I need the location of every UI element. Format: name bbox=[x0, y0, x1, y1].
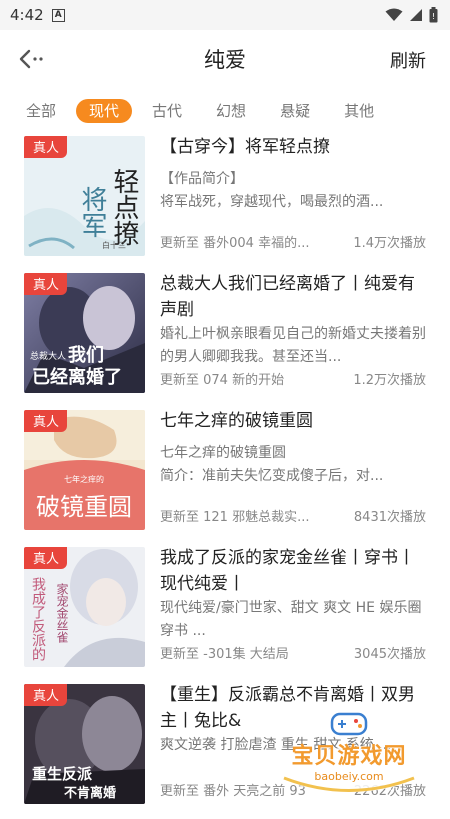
cover-image[interactable]: 真人 重生反派 不肯离婚 bbox=[24, 684, 145, 804]
svg-text:!: ! bbox=[432, 12, 435, 21]
item-desc: 婚礼上叶枫亲眼看见自己的新婚丈夫搂着别的男人卿卿我我。甚至还当... bbox=[160, 323, 426, 369]
play-count: 8431次播放 bbox=[354, 506, 426, 525]
refresh-button[interactable]: 刷新 bbox=[390, 47, 426, 73]
cover-subtitle: 总裁大人 bbox=[30, 350, 66, 362]
item-title: 我成了反派的家宠金丝雀丨穿书丨现代纯爱丨 bbox=[160, 545, 426, 597]
back-arrow-icon bbox=[18, 49, 48, 69]
battery-icon: ! bbox=[429, 7, 438, 23]
watermark-url: baobeiy.com bbox=[274, 770, 424, 783]
item-desc: 将军战死，穿越现代，喝最烈的酒... bbox=[160, 191, 426, 214]
svg-text:我成了反派的: 我成了反派的 bbox=[30, 577, 46, 661]
tab-mystery[interactable]: 悬疑 bbox=[280, 99, 310, 123]
badge-real: 真人 bbox=[24, 684, 67, 706]
page-title: 纯爱 bbox=[0, 44, 450, 74]
tab-fantasy[interactable]: 幻想 bbox=[216, 99, 246, 123]
play-count: 1.4万次播放 bbox=[353, 232, 426, 251]
cover-image[interactable]: 真人 将军 轻点撩 白十三 bbox=[24, 136, 145, 256]
play-count: 1.2万次播放 bbox=[353, 369, 426, 388]
svg-text:轻点撩: 轻点撩 bbox=[109, 168, 139, 246]
latest-episode: 更新至 121 邪魅总裁实... bbox=[160, 506, 350, 525]
badge-real: 真人 bbox=[24, 547, 67, 569]
svg-text:家宠金丝雀: 家宠金丝雀 bbox=[55, 582, 69, 644]
cover-author: 白十三 bbox=[102, 240, 126, 250]
item-desc: 现代纯爱/豪门世家、甜文 爽文 HE 娱乐圈 穿书 ... bbox=[160, 597, 426, 643]
signal-icon bbox=[409, 8, 423, 22]
badge-real: 真人 bbox=[24, 410, 67, 432]
notification-icon: A bbox=[52, 9, 65, 22]
item-desc: 七年之痒的破镜重圆 bbox=[160, 442, 426, 465]
site-watermark: 宝贝游戏网 baobeiy.com bbox=[274, 708, 424, 796]
svg-text:破镜重圆: 破镜重圆 bbox=[36, 493, 132, 521]
item-title: 七年之痒的破镜重圆 bbox=[160, 408, 426, 434]
list-item[interactable]: 真人 七年之痒的 破镜重圆 七年之痒的破镜重圆 七年之痒的破镜重圆 简介：准前夫… bbox=[0, 408, 450, 545]
svg-text:我们: 我们 bbox=[68, 344, 104, 366]
item-desc: 简介：准前夫失忆变成傻子后，对... bbox=[160, 465, 426, 488]
badge-real: 真人 bbox=[24, 136, 67, 158]
list-item[interactable]: 真人 总裁大人 我们 已经离婚了 总裁大人我们已经离婚了丨纯爱有声剧 婚礼上叶枫… bbox=[0, 271, 450, 408]
item-title: 【古穿今】将军轻点撩 bbox=[160, 134, 426, 160]
cover-image[interactable]: 真人 总裁大人 我们 已经离婚了 bbox=[24, 273, 145, 393]
latest-episode: 更新至 -301集 大结局 bbox=[160, 643, 350, 662]
badge-real: 真人 bbox=[24, 273, 67, 295]
latest-episode: 更新至 番外004 幸福的... bbox=[160, 232, 349, 251]
svg-text:不肯离婚: 不肯离婚 bbox=[64, 785, 116, 801]
list-item[interactable]: 真人 将军 轻点撩 白十三 【古穿今】将军轻点撩 【作品简介】 将军战死，穿越现… bbox=[0, 134, 450, 271]
item-title: 总裁大人我们已经离婚了丨纯爱有声剧 bbox=[160, 271, 426, 323]
latest-episode: 更新至 074 新的开始 bbox=[160, 369, 349, 388]
tab-other[interactable]: 其他 bbox=[344, 99, 374, 123]
watermark-text: 宝贝游戏网 bbox=[274, 738, 424, 770]
tab-modern[interactable]: 现代 bbox=[76, 99, 132, 123]
cover-image[interactable]: 真人 七年之痒的 破镜重圆 bbox=[24, 410, 145, 530]
svg-text:重生反派: 重生反派 bbox=[32, 765, 93, 783]
item-desc: 【作品简介】 bbox=[160, 168, 426, 191]
wifi-icon bbox=[385, 8, 403, 22]
svg-text:将军: 将军 bbox=[77, 186, 107, 238]
list-item[interactable]: 真人 我成了反派的 家宠金丝雀 我成了反派的家宠金丝雀丨穿书丨现代纯爱丨 现代纯… bbox=[0, 545, 450, 682]
svg-text:已经离婚了: 已经离婚了 bbox=[32, 366, 122, 388]
tab-all[interactable]: 全部 bbox=[26, 99, 56, 123]
cover-image[interactable]: 真人 我成了反派的 家宠金丝雀 bbox=[24, 547, 145, 667]
play-count: 3045次播放 bbox=[354, 643, 426, 662]
status-bar: 4:42 A ! bbox=[0, 0, 450, 30]
app-bar: 纯爱 刷新 bbox=[0, 30, 450, 88]
back-button[interactable] bbox=[18, 46, 48, 72]
category-tabs: 全部 现代 古代 幻想 悬疑 其他 bbox=[0, 88, 450, 134]
status-time: 4:42 bbox=[10, 6, 44, 24]
cover-subtitle: 七年之痒的 bbox=[64, 474, 104, 484]
tab-ancient[interactable]: 古代 bbox=[152, 99, 182, 123]
